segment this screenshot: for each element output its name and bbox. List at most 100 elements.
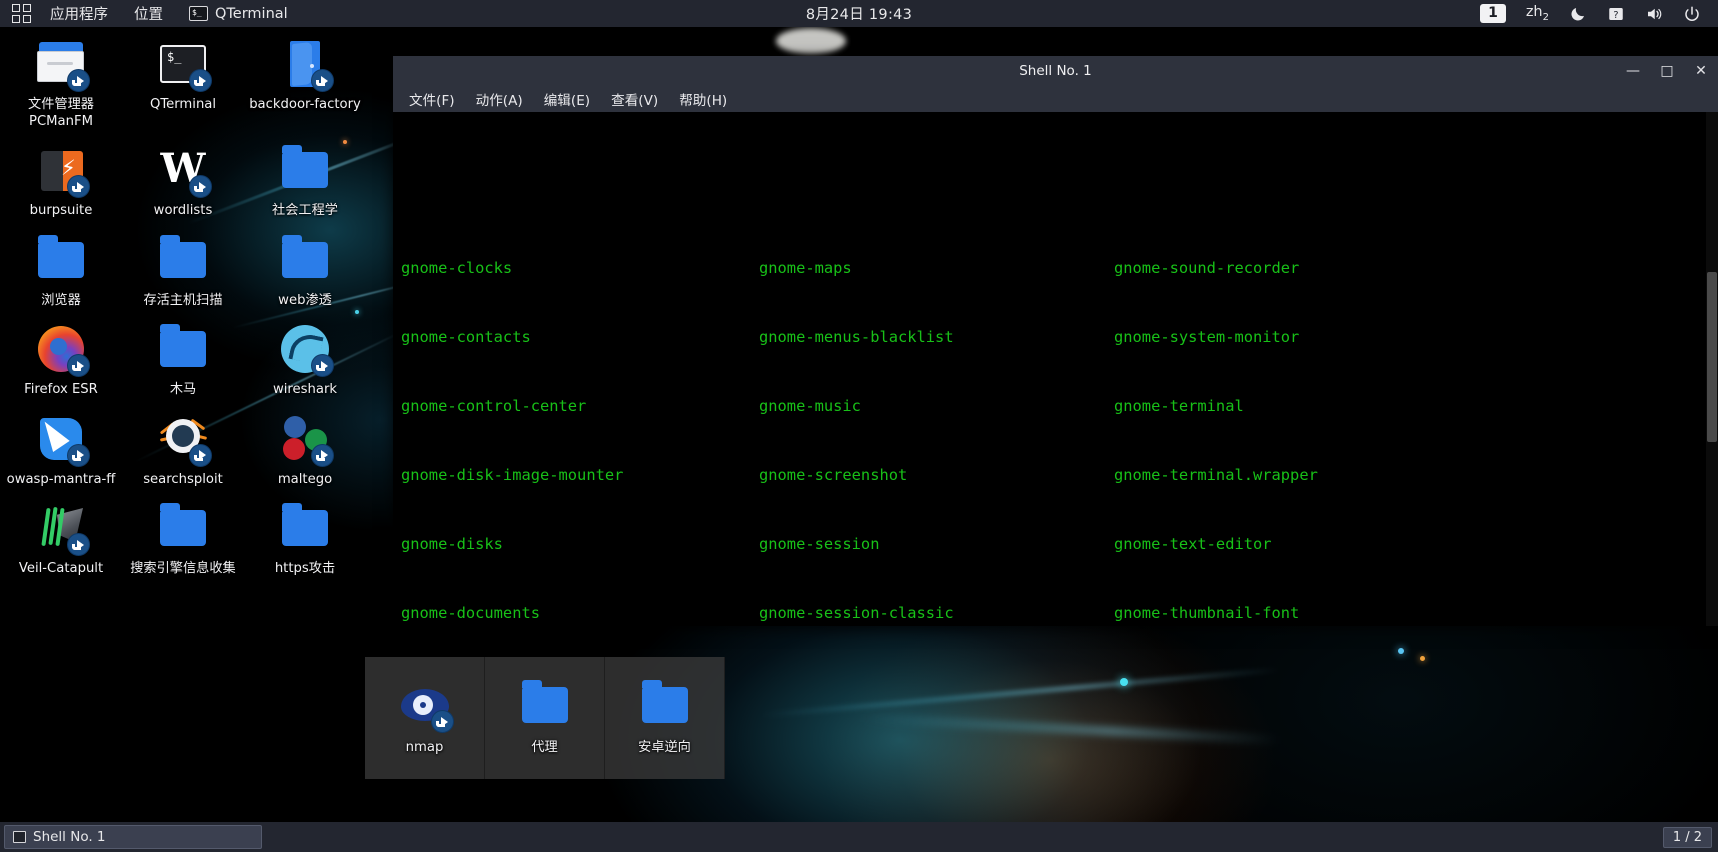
close-button[interactable]: ✕ [1684,56,1718,85]
package-name: gnome-contacts [401,328,531,346]
scrollbar-thumb[interactable] [1707,272,1717,442]
desktop-icon-search-engine-recon[interactable]: 搜索引擎信息收集 [122,494,244,584]
desktop-icon-label: QTerminal [149,97,217,112]
terminal-screen[interactable]: gnome-clocks gnome-contacts gnome-contro… [393,112,1706,626]
workspace-number: 1 [1480,4,1506,23]
symlink-emblem-icon [67,443,90,467]
help-indicator[interactable]: ? [1598,0,1634,27]
window-list-item-label: QTerminal [215,5,288,22]
package-name: gnome-maps [759,259,852,277]
menu-view[interactable]: 查看(V) [602,86,667,112]
package-listing: gnome-clocks gnome-contacts gnome-contro… [401,211,1706,626]
power-button[interactable] [1674,0,1710,27]
top-panel: 应用程序 位置 QTerminal 8月24日 19:43 1 zh2 ? [0,0,1718,27]
menu-help[interactable]: 帮助(H) [670,86,736,112]
bg-decoration [776,28,846,54]
volume-icon [1648,8,1662,19]
symlink-emblem-icon [430,710,454,734]
bg-decoration [760,667,1280,718]
symlink-emblem-icon [67,354,90,377]
desktop-icon-firefox-esr[interactable]: Firefox ESR [0,315,122,405]
desktop-icon-owasp-mantra-ff[interactable]: owasp-mantra-ff [0,405,122,495]
top-panel-tray: 1 zh2 ? [1471,0,1718,27]
workspace-switcher[interactable]: 1 [1471,0,1515,27]
bg-decoration [1398,648,1404,654]
symlink-emblem-icon [189,175,212,198]
desktop-icon-label: 搜索引擎信息收集 [130,561,236,576]
help-icon: ? [1609,7,1623,20]
searchsploit-icon [157,413,212,467]
taskbar-window-label: Shell No. 1 [33,829,106,845]
package-column-1: gnome-clocks gnome-contacts gnome-contro… [401,211,759,626]
bg-decoration [1420,656,1425,661]
desktop-icon-social-engineering[interactable]: 社会工程学 [244,136,366,226]
menu-actions[interactable]: 动作(A) [467,86,532,112]
dock-item-nmap[interactable]: nmap [365,657,485,779]
burpsuite-icon: ⚡ [35,144,90,198]
terminal-icon [189,6,208,21]
desktop-icon-searchsploit[interactable]: searchsploit [122,405,244,495]
dock-item-android-reversing[interactable]: 安卓逆向 [605,657,725,779]
terminal-scrollbar[interactable] [1706,112,1718,626]
desktop-icon-browsers[interactable]: 浏览器 [0,226,122,316]
terminal-menubar: 文件(F) 动作(A) 编辑(E) 查看(V) 帮助(H) [393,85,1718,112]
owasp-mantra-icon [35,413,90,467]
desktop-icon-web-pentest[interactable]: web渗透 [244,226,366,316]
night-mode-toggle[interactable] [1560,0,1596,27]
window-list-item-qterminal[interactable]: QTerminal [176,0,301,27]
wordlists-icon: W [157,144,212,198]
desktop-icon-label: web渗透 [278,292,332,308]
maximize-button[interactable]: □ [1650,56,1684,85]
desktop-icon-burpsuite[interactable]: ⚡ burpsuite [0,136,122,226]
terminal-titlebar[interactable]: Shell No. 1 — □ ✕ [393,56,1718,85]
desktop-icon-trojan[interactable]: 木马 [122,315,244,405]
folder-icon [279,144,331,196]
desktop-icon-row: Firefox ESR 木马 wireshark [0,315,370,405]
power-icon [1685,6,1699,21]
window-icon [13,831,26,843]
desktop-icon-maltego[interactable]: maltego [244,405,366,495]
desktop-icon-host-discovery[interactable]: 存活主机扫描 [122,226,244,316]
applications-menu[interactable]: 应用程序 [37,0,121,27]
desktop-icon-row: 文件管理器 PCManFM QTerminal backdoor-factory [0,30,370,136]
grid-icon[interactable] [12,4,31,23]
bg-decoration [1120,678,1128,686]
backdoor-factory-icon [279,38,334,92]
symlink-emblem-icon [311,443,334,467]
keyboard-layout-indicator[interactable]: zh2 [1517,0,1558,27]
desktop-icon-https-attack[interactable]: https攻击 [244,494,366,584]
desktop-icon-veil-catapult[interactable]: Veil-Catapult [0,494,122,584]
desktop-icon-label: Firefox ESR [24,382,98,397]
desktop-dock: nmap 代理 安卓逆向 [365,657,725,779]
desktop-icon-backdoor-factory[interactable]: backdoor-factory [244,30,366,136]
dock-item-proxy[interactable]: 代理 [485,657,605,779]
desktop-icon-label: backdoor-factory [249,97,361,112]
nmap-icon [399,679,454,734]
symlink-emblem-icon [311,354,334,377]
desktop-icon-label: wireshark [272,382,338,397]
pcmanfm-icon [35,38,90,92]
package-name: gnome-sound-recorder [1114,259,1300,277]
package-name: gnome-disk-image-mounter [401,466,624,484]
desktop-icon-wireshark[interactable]: wireshark [244,315,366,405]
taskbar: Shell No. 1 1 / 2 [0,822,1718,852]
taskbar-window-button[interactable]: Shell No. 1 [4,825,262,849]
maltego-icon [279,413,334,467]
volume-indicator[interactable] [1636,0,1672,27]
places-menu[interactable]: 位置 [121,0,176,27]
package-name: gnome-thumbnail-font [1114,604,1300,622]
desktop-icon-label: https攻击 [274,561,336,576]
workspace-pager[interactable]: 1 / 2 [1662,826,1712,848]
desktop-icon-wordlists[interactable]: W wordlists [122,136,244,226]
menu-edit[interactable]: 编辑(E) [535,86,599,112]
package-name: gnome-text-editor [1114,535,1272,553]
places-menu-label: 位置 [134,7,163,23]
desktop-icon-label: 存活主机扫描 [143,292,223,308]
menu-file[interactable]: 文件(F) [400,86,464,112]
desktop-icon-label: Veil-Catapult [18,561,104,576]
desktop-icon-qterminal[interactable]: QTerminal [122,30,244,136]
folder-icon [639,679,691,731]
desktop-icon-label: wordlists [153,203,213,218]
minimize-button[interactable]: — [1616,56,1650,85]
desktop-icon-pcmanfm[interactable]: 文件管理器 PCManFM [0,30,122,136]
